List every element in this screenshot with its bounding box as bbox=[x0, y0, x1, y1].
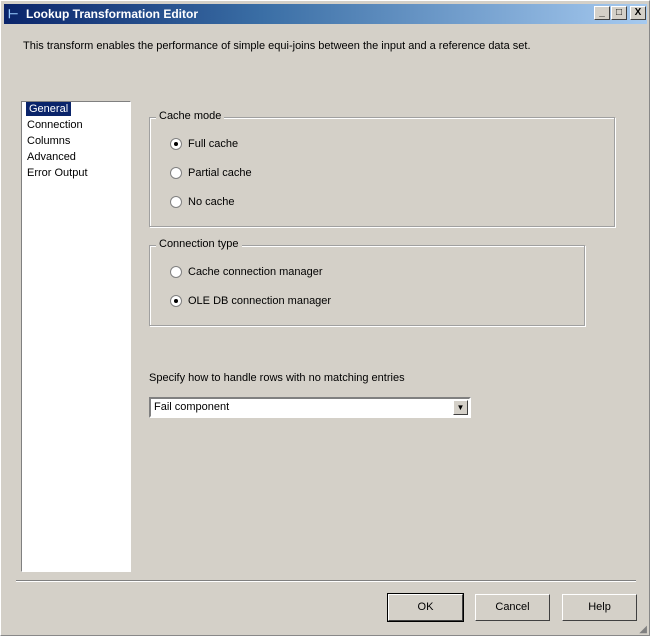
partial-cache-radio[interactable]: Partial cache bbox=[170, 167, 252, 179]
radio-icon[interactable] bbox=[170, 167, 182, 179]
radio-icon[interactable] bbox=[170, 266, 182, 278]
app-icon: ⊢ bbox=[8, 7, 19, 21]
resize-grip-icon[interactable]: ◢ bbox=[639, 624, 647, 635]
help-button[interactable]: Help bbox=[562, 594, 637, 621]
radio-label: No cache bbox=[188, 196, 235, 208]
chevron-down-icon[interactable]: ▼ bbox=[453, 400, 468, 415]
nav-item-advanced[interactable]: Advanced bbox=[23, 150, 130, 166]
nav-item-general[interactable]: General bbox=[22, 102, 130, 118]
select-value: Fail component bbox=[154, 401, 230, 413]
radio-icon[interactable] bbox=[170, 295, 182, 307]
cancel-button[interactable]: Cancel bbox=[475, 594, 550, 621]
dialog-window: ⊢ Lookup Transformation Editor _ □ X Thi… bbox=[0, 0, 650, 636]
oledb-connection-radio[interactable]: OLE DB connection manager bbox=[170, 295, 331, 307]
no-match-label: Specify how to handle rows with no match… bbox=[149, 372, 405, 384]
radio-label: Full cache bbox=[188, 138, 239, 150]
close-button[interactable]: X bbox=[630, 6, 646, 20]
page-nav-list[interactable]: General Connection Columns Advanced Erro… bbox=[21, 101, 131, 572]
full-cache-radio[interactable]: Full cache bbox=[170, 138, 238, 150]
nav-item-columns[interactable]: Columns bbox=[23, 134, 130, 150]
connection-type-group: Connection type Cache connection manager… bbox=[149, 238, 585, 326]
minimize-button[interactable]: _ bbox=[594, 6, 610, 20]
cache-connection-radio[interactable]: Cache connection manager bbox=[170, 266, 323, 278]
nav-item-error-output[interactable]: Error Output bbox=[23, 166, 130, 182]
radio-icon[interactable] bbox=[170, 196, 182, 208]
cache-mode-legend: Cache mode bbox=[156, 110, 225, 122]
description-text: This transform enables the performance o… bbox=[23, 40, 531, 52]
window-title: Lookup Transformation Editor bbox=[26, 7, 199, 21]
title-bar[interactable]: ⊢ Lookup Transformation Editor _ □ X bbox=[4, 4, 647, 24]
connection-type-legend: Connection type bbox=[156, 238, 242, 250]
radio-label: OLE DB connection manager bbox=[188, 295, 332, 307]
ok-button[interactable]: OK bbox=[387, 593, 464, 622]
separator bbox=[16, 580, 636, 582]
no-cache-radio[interactable]: No cache bbox=[170, 196, 234, 208]
radio-label: Cache connection manager bbox=[188, 266, 323, 278]
cache-mode-group: Cache mode Full cache Partial cache No c… bbox=[149, 110, 615, 227]
nav-item-connection[interactable]: Connection bbox=[23, 118, 130, 134]
no-match-select[interactable]: Fail component ▼ bbox=[149, 397, 471, 418]
radio-icon[interactable] bbox=[170, 138, 182, 150]
maximize-button[interactable]: □ bbox=[611, 6, 627, 20]
radio-label: Partial cache bbox=[188, 167, 252, 179]
